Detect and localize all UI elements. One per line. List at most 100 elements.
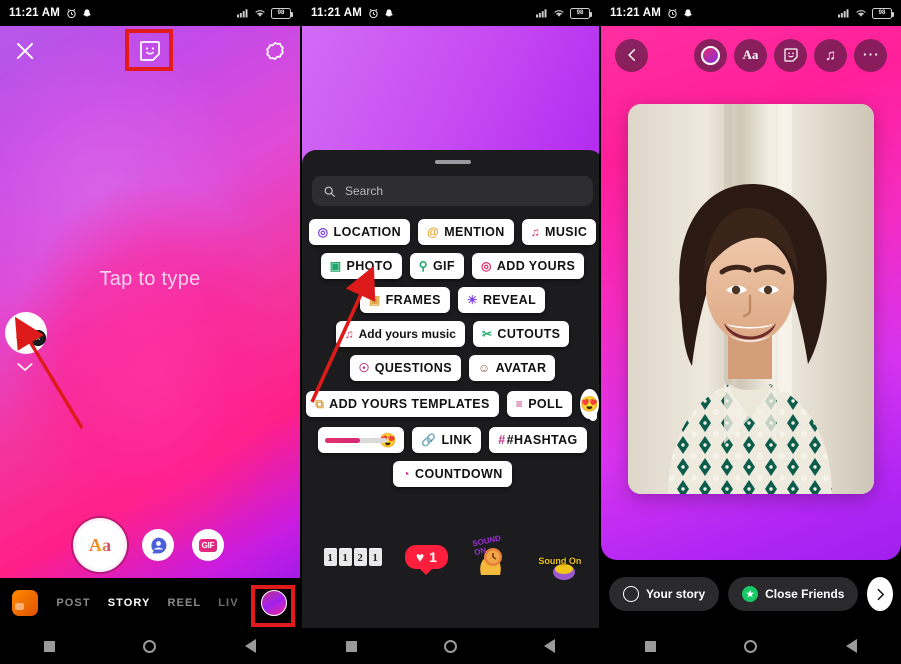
composer-tool-row: Aa GIF [0, 512, 300, 578]
sticker-label: #HASHTAG [506, 433, 578, 447]
flip-counter-sticker[interactable]: 1 1 2 1 [323, 548, 382, 566]
sticker-label: REVEAL [483, 293, 537, 307]
sticker-row: ♫ Add yours music ✂ CUTOUTS [312, 321, 593, 347]
sticker-link[interactable]: 🔗 LINK [412, 427, 482, 453]
mode-post[interactable]: POST [56, 597, 90, 609]
gallery-thumbnail[interactable] [12, 590, 38, 616]
sticker-photo[interactable]: ▣ PHOTO [320, 253, 402, 279]
sticker-countdown[interactable]: ◔ COUNTDOWN [393, 461, 512, 487]
camera-icon: ◎ [480, 259, 492, 273]
mode-story[interactable]: STORY [108, 597, 151, 609]
sticker-add-yours-music[interactable]: ♫ Add yours music [335, 321, 465, 347]
avatar-face-icon: ☺ [477, 361, 491, 375]
circle-outline-icon [623, 586, 639, 602]
wifi-icon [554, 10, 564, 17]
sticker-gif[interactable]: ⚲ GIF [409, 253, 464, 279]
sticker-button[interactable] [774, 38, 807, 72]
sticker-emoji-reaction[interactable]: 😍 [580, 389, 599, 421]
sticker-add-yours[interactable]: ◎ ADD YOURS [471, 253, 585, 279]
profile-avatar[interactable] [261, 590, 287, 616]
sticker-add-yours-templates[interactable]: ⧉ ADD YOURS TEMPLATES [306, 391, 499, 417]
close-friends-button[interactable]: ★ Close Friends [728, 577, 859, 611]
photo-image-icon: ▣ [329, 259, 342, 273]
story-canvas[interactable] [0, 26, 300, 578]
sticker-label: MENTION [444, 225, 505, 239]
sticker-avatar[interactable]: ☺ AVATAR [468, 355, 556, 381]
circle-home-icon[interactable] [143, 639, 157, 653]
drag-handle[interactable] [434, 160, 471, 164]
triangle-back-icon[interactable] [845, 639, 857, 653]
chevron-down-icon[interactable] [16, 362, 34, 372]
triangle-back-icon[interactable] [244, 639, 256, 653]
back-button[interactable] [615, 38, 648, 72]
sticker-music[interactable]: ♫ MUSIC [521, 219, 597, 245]
sticker-mention[interactable]: @ MENTION [418, 219, 514, 245]
circle-home-icon[interactable] [744, 639, 758, 653]
snapchat-notification-icon [385, 8, 393, 16]
triangle-back-icon[interactable] [544, 639, 556, 653]
sticker-smiley-icon [783, 48, 798, 62]
avatar-tool-button[interactable] [142, 529, 174, 561]
mode-reel[interactable]: REEL [167, 597, 201, 609]
wifi-icon [255, 10, 265, 17]
sticker-questions[interactable]: ☉ QUESTIONS [349, 355, 461, 381]
android-nav-bar [302, 628, 599, 664]
preview-top-toolbar: Aa ♫ ⋯ [601, 32, 901, 78]
square-recents-icon[interactable] [345, 640, 357, 652]
mode-live[interactable]: LIV [218, 597, 238, 609]
at-mention-icon: @ [427, 225, 440, 239]
composer-top-bar [0, 26, 300, 76]
status-time: 11:21 AM [610, 7, 662, 19]
sticker-label: LOCATION [333, 225, 402, 239]
swirl-cup-icon [552, 564, 575, 580]
battery-indicator: 98 [271, 7, 293, 19]
chevron-left-icon [627, 48, 635, 62]
battery-level: 98 [878, 10, 886, 16]
settings-gear-icon[interactable] [264, 40, 286, 62]
sticker-hashtag[interactable]: # #HASHTAG [489, 427, 587, 453]
gif-tool-button[interactable]: GIF [192, 529, 224, 561]
square-recents-icon[interactable] [645, 640, 657, 652]
music-button[interactable]: ♫ [814, 38, 847, 72]
sticker-row: ◔ COUNTDOWN [312, 461, 593, 487]
sticker-cutouts[interactable]: ✂ CUTOUTS [472, 321, 570, 347]
sticker-search-bar[interactable]: Search [312, 176, 593, 206]
battery-indicator: 98 [872, 7, 894, 19]
wifi-icon [856, 10, 866, 17]
like-count-sticker[interactable]: ♥ 1 [404, 545, 448, 575]
sticker-label: MUSIC [545, 225, 588, 239]
sticker-smiley-icon[interactable] [138, 39, 162, 63]
status-time: 11:21 AM [9, 7, 61, 19]
alarm-icon [369, 8, 378, 18]
text-button[interactable]: Aa [734, 38, 767, 72]
three-panel-screenshot: 11:21 AM 98 Tap to type Aa × Aa GIF POST… [0, 0, 901, 664]
square-recents-icon[interactable] [44, 640, 56, 652]
emoji-reaction-bubble-icon: 😍 [580, 396, 599, 413]
tap-to-type-placeholder[interactable]: Tap to type [0, 268, 300, 291]
more-button[interactable]: ⋯ [854, 38, 887, 72]
close-button[interactable] [14, 40, 36, 62]
your-story-button[interactable]: Your story [609, 577, 720, 611]
sound-on-hand-sticker[interactable]: SOUND ON [471, 534, 515, 579]
sticker-label: POLL [528, 397, 564, 411]
sound-on-swirl-sticker[interactable]: Sound On [538, 548, 581, 580]
sticker-poll[interactable]: ≡ POLL [506, 391, 573, 417]
sticker-location[interactable]: ◎ LOCATION [308, 219, 411, 245]
story-photo-card[interactable] [628, 104, 874, 494]
counter-digit: 1 [368, 548, 382, 566]
font-chip-close-icon[interactable]: × [30, 330, 46, 346]
sticker-label: AVATAR [495, 361, 547, 375]
circle-home-icon[interactable] [443, 639, 457, 653]
hashtag-icon: # [498, 433, 506, 447]
sticker-reveal[interactable]: ☀ REVEAL [457, 287, 546, 313]
featured-stickers-row: 1 1 2 1 ♥ 1 SOUND ON Sound On [302, 522, 599, 592]
sticker-search-placeholder: Search [345, 184, 384, 198]
mode-tabs: POST STORY REEL LIV [44, 597, 251, 609]
green-star-icon: ★ [742, 586, 759, 602]
color-picker-button[interactable] [694, 38, 727, 72]
text-tool-button[interactable]: Aa [76, 521, 124, 569]
sticker-frames[interactable]: ▣ FRAMES [359, 287, 450, 313]
sticker-emoji-slider[interactable]: 😍 [318, 427, 405, 453]
next-button[interactable] [867, 577, 893, 611]
sticker-label: Add yours music [358, 327, 456, 341]
